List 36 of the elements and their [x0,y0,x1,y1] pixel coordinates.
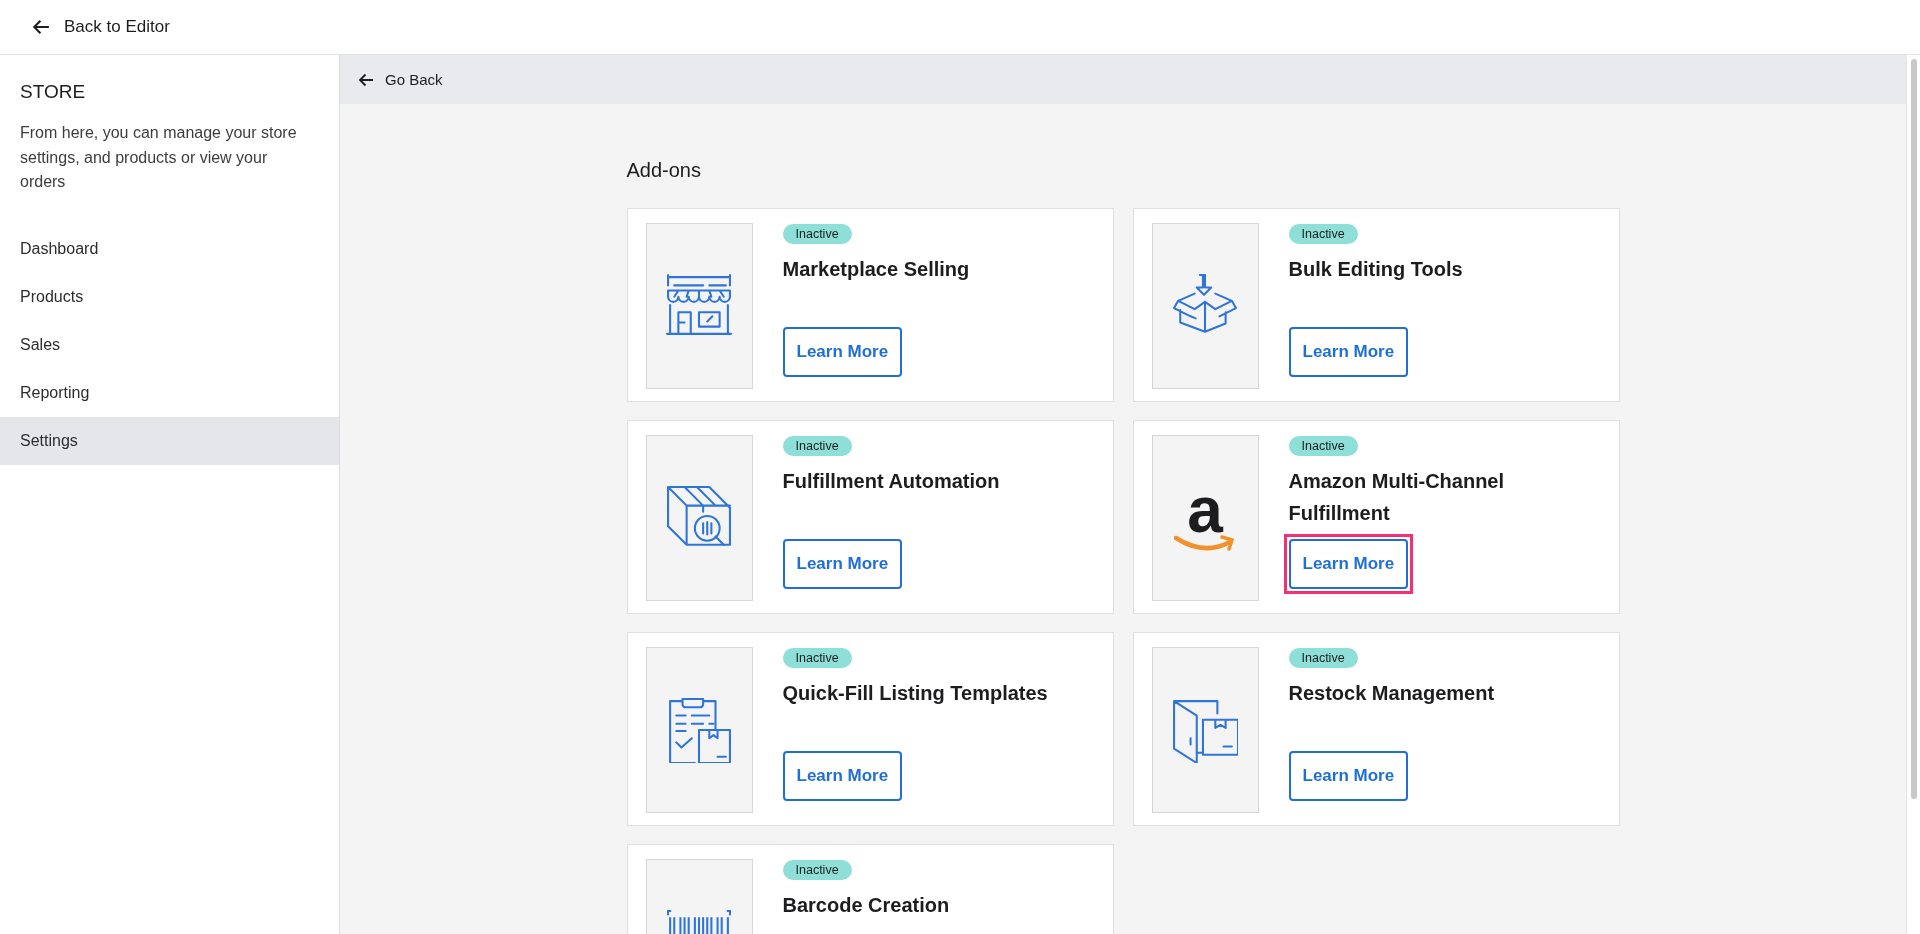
addon-title: Quick-Fill Listing Templates [782,681,1048,706]
status-badge: Inactive [1288,436,1358,456]
go-back-button[interactable]: Go Back [356,69,445,90]
sidebar-item[interactable]: Reporting [0,368,339,417]
status-badge: Inactive [1288,648,1358,668]
learn-more-button[interactable]: Learn More [1288,751,1409,801]
addon-title: Amazon Multi-Channel Fulfillment [1288,469,1506,526]
addon-title: Marketplace Selling [782,257,970,282]
learn-more-button[interactable]: Learn More [782,751,903,801]
learn-more-button[interactable]: Learn More [782,539,903,589]
sidebar-title: STORE [20,80,87,104]
sidebar-item[interactable]: Dashboard [0,224,339,273]
status-badge: Inactive [782,860,852,880]
sidebar-description: From here, you can manage your store settings, and products or view your orders [20,123,298,192]
addon-title: Restock Management [1288,681,1495,706]
status-badge: Inactive [1288,224,1358,244]
sidebar-item[interactable]: Sales [0,320,339,369]
addon-title: Fulfillment Automation [782,469,1000,494]
status-badge: Inactive [782,648,852,668]
status-badge: Inactive [782,224,852,244]
clipboard-box-icon [666,697,732,763]
section-title: Add-ons [626,158,702,183]
door-box-icon [1172,697,1238,763]
arrow-left-icon [358,71,374,88]
status-badge: Inactive [782,436,852,456]
learn-more-button[interactable]: Learn More [1288,327,1409,377]
addon-title: Bulk Editing Tools [1288,257,1463,282]
sidebar-item[interactable]: Settings [0,416,339,465]
arrow-left-icon [32,18,50,36]
back-to-editor-button[interactable]: Back to Editor [30,15,172,39]
sidebar-item[interactable]: Products [0,272,339,321]
smile-logo: a [1168,485,1242,551]
learn-more-button[interactable]: Learn More [782,327,903,377]
addon-title: Barcode Creation [782,893,950,918]
learn-more-button[interactable]: Learn More [1288,539,1409,589]
scrollbar[interactable] [1906,55,1920,934]
